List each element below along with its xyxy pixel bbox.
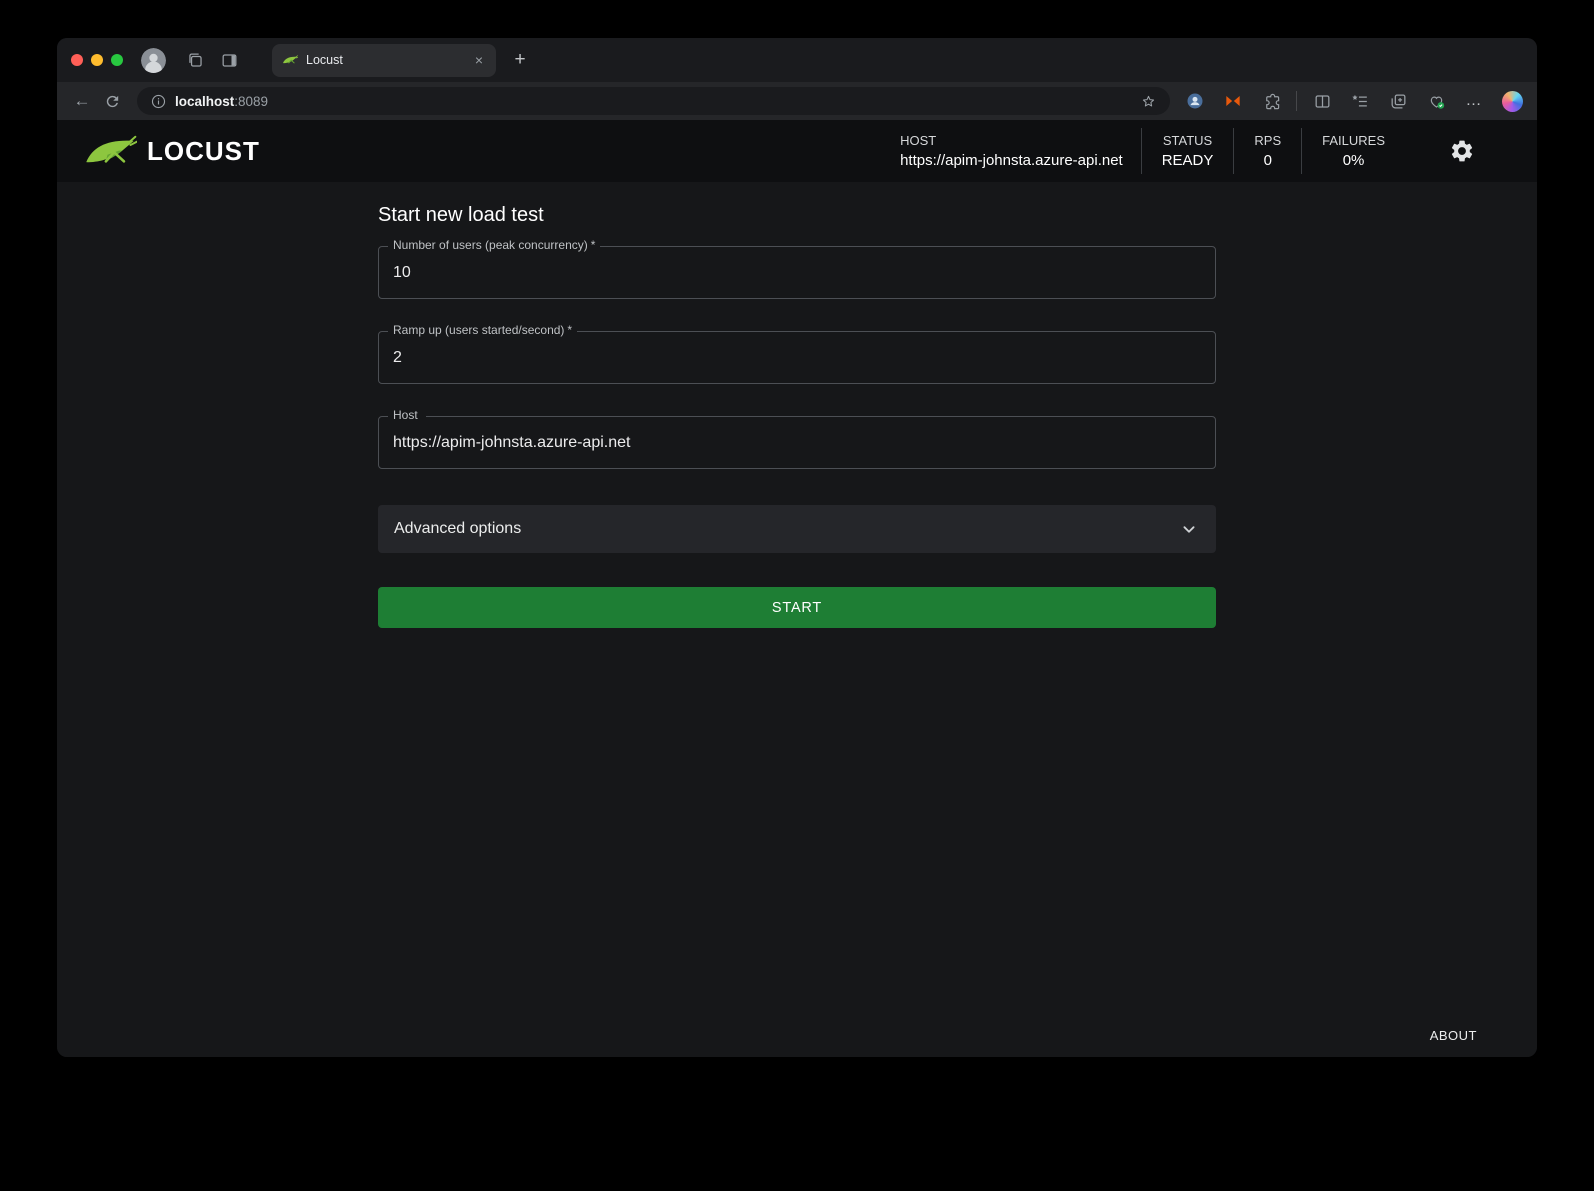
stat-failures: FAILURES 0%: [1302, 132, 1405, 171]
ramp-up-input[interactable]: [378, 331, 1216, 384]
minimize-window-button[interactable]: [91, 54, 103, 66]
stat-rps-value: 0: [1264, 150, 1272, 171]
window-controls: [71, 54, 123, 66]
locust-brand[interactable]: LOCUST: [83, 135, 260, 168]
ramp-up-field-group: Ramp up (users started/second)*: [378, 331, 1216, 384]
workspaces-icon[interactable]: [180, 45, 210, 75]
browser-tab-locust[interactable]: Locust ×: [272, 44, 496, 77]
extensions-icon[interactable]: [1256, 86, 1286, 116]
close-tab-icon[interactable]: ×: [470, 51, 488, 69]
stat-host-label: HOST: [900, 132, 936, 150]
locust-navbar: LOCUST HOST https://apim-johnsta.azure-a…: [57, 120, 1537, 182]
browser-tab-strip: Locust × +: [57, 38, 1537, 82]
browser-toolbar: ← localhost :8089: [57, 82, 1537, 120]
person-icon: [141, 48, 166, 73]
start-test-form: Start new load test Number of users (pea…: [378, 182, 1216, 628]
advanced-options-label: Advanced options: [394, 520, 521, 538]
chevron-down-icon: [1178, 518, 1200, 540]
host-input[interactable]: [378, 416, 1216, 469]
url-port: :8089: [234, 94, 268, 109]
extension-b-icon[interactable]: [1218, 86, 1248, 116]
back-icon[interactable]: ←: [67, 86, 97, 116]
tab-title: Locust: [306, 53, 470, 67]
more-menu-icon[interactable]: …: [1459, 86, 1489, 116]
browser-window: Locust × + ← localhost :8089: [57, 38, 1537, 1057]
stat-status-label: STATUS: [1163, 132, 1212, 150]
browser-essentials-icon[interactable]: [1421, 86, 1451, 116]
new-tab-button[interactable]: +: [506, 46, 534, 74]
start-button[interactable]: START: [378, 587, 1216, 628]
users-field-label: Number of users (peak concurrency)*: [388, 238, 600, 252]
site-info-icon[interactable]: [147, 90, 169, 112]
stat-host-value: https://apim-johnsta.azure-api.net: [900, 150, 1123, 171]
page-title: Start new load test: [378, 204, 1216, 227]
extension-a-icon[interactable]: [1180, 86, 1210, 116]
host-field-label: Host: [388, 408, 426, 422]
users-input[interactable]: [378, 246, 1216, 299]
about-link[interactable]: ABOUT: [1430, 1028, 1477, 1043]
reload-icon[interactable]: [97, 86, 127, 116]
profile-avatar[interactable]: [141, 48, 166, 73]
locust-logo-icon: [83, 135, 137, 168]
navbar-stats: HOST https://apim-johnsta.azure-api.net …: [880, 128, 1479, 174]
collections-icon[interactable]: [1383, 86, 1413, 116]
users-field-group: Number of users (peak concurrency)*: [378, 246, 1216, 299]
split-screen-icon[interactable]: [1307, 86, 1337, 116]
stat-rps-label: RPS: [1254, 132, 1281, 150]
close-window-button[interactable]: [71, 54, 83, 66]
url-host: localhost: [175, 94, 234, 109]
toolbar-icon-cluster: …: [1180, 86, 1527, 116]
settings-gear-icon[interactable]: [1445, 134, 1479, 168]
locust-favicon-icon: [282, 52, 298, 68]
ramp-up-field-label: Ramp up (users started/second)*: [388, 323, 577, 337]
copilot-icon[interactable]: [1497, 86, 1527, 116]
brand-title: LOCUST: [147, 136, 260, 167]
stat-status-value: READY: [1162, 150, 1214, 171]
stat-rps: RPS 0: [1234, 132, 1301, 171]
locust-app: LOCUST HOST https://apim-johnsta.azure-a…: [57, 120, 1537, 1057]
vertical-tabs-icon[interactable]: [214, 45, 244, 75]
stat-status: STATUS READY: [1142, 132, 1234, 171]
toolbar-divider: [1296, 91, 1297, 111]
stat-failures-label: FAILURES: [1322, 132, 1385, 150]
stat-host: HOST https://apim-johnsta.azure-api.net: [880, 132, 1141, 171]
host-field-group: Host: [378, 416, 1216, 469]
stat-failures-value: 0%: [1343, 150, 1365, 171]
favorites-icon[interactable]: [1345, 86, 1375, 116]
page-content: Start new load test Number of users (pea…: [57, 182, 1537, 1057]
address-bar[interactable]: localhost :8089: [137, 87, 1170, 115]
advanced-options-accordion[interactable]: Advanced options: [378, 505, 1216, 553]
zoom-window-button[interactable]: [111, 54, 123, 66]
favorite-star-icon[interactable]: [1136, 89, 1160, 113]
